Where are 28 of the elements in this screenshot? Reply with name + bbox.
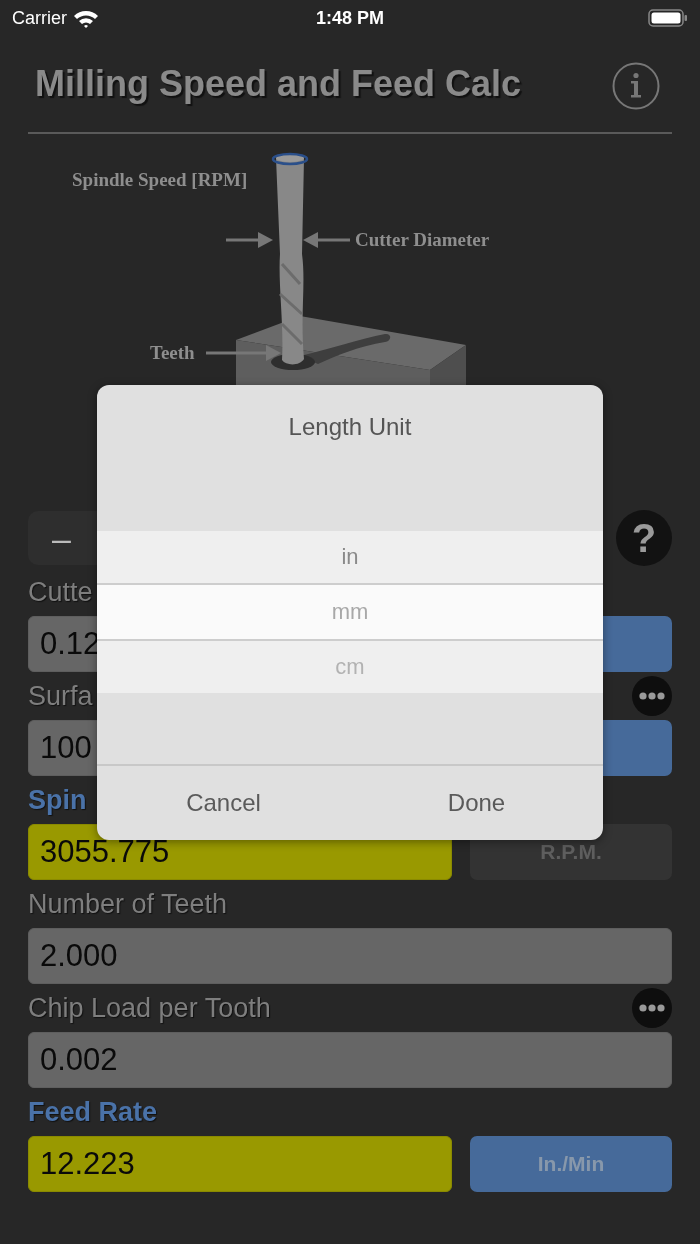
status-time: 1:48 PM <box>316 7 384 29</box>
arrow <box>226 232 273 248</box>
value-field[interactable]: 12.223 <box>28 1136 452 1192</box>
field-label: Feed Rate <box>28 1096 158 1128</box>
info-icon[interactable] <box>612 62 660 110</box>
picker-option[interactable]: cm <box>97 641 603 693</box>
field-label: Cutte <box>28 576 93 608</box>
more-icon[interactable] <box>632 676 672 716</box>
picker-option[interactable]: in <box>97 531 603 583</box>
field-label: Number of Teeth <box>28 888 228 920</box>
field-label: Surfa <box>28 680 93 712</box>
wifi-icon <box>73 8 99 28</box>
arrow <box>303 232 350 248</box>
value-field[interactable]: 2.000 <box>28 928 672 984</box>
dialog-title: Length Unit <box>287 412 413 442</box>
field-label: Spin <box>28 784 87 816</box>
value-field[interactable]: 0.002 <box>28 1032 672 1088</box>
carrier-name: Carrier <box>12 7 67 29</box>
battery-icon <box>648 8 688 28</box>
picker-option[interactable]: mm <box>97 583 603 641</box>
app-title: Milling Speed and Feed Calc <box>35 63 522 105</box>
diagram-label: Teeth <box>150 342 195 363</box>
diagram-label: Cutter Diameter <box>355 229 490 250</box>
unit-button[interactable]: In./Min <box>470 1136 672 1192</box>
field-label: Chip Load per Tooth <box>28 992 271 1024</box>
more-icon[interactable] <box>632 988 672 1028</box>
diagram-label: Spindle Speed [RPM] <box>72 169 248 190</box>
help-button[interactable]: ? <box>616 510 672 566</box>
